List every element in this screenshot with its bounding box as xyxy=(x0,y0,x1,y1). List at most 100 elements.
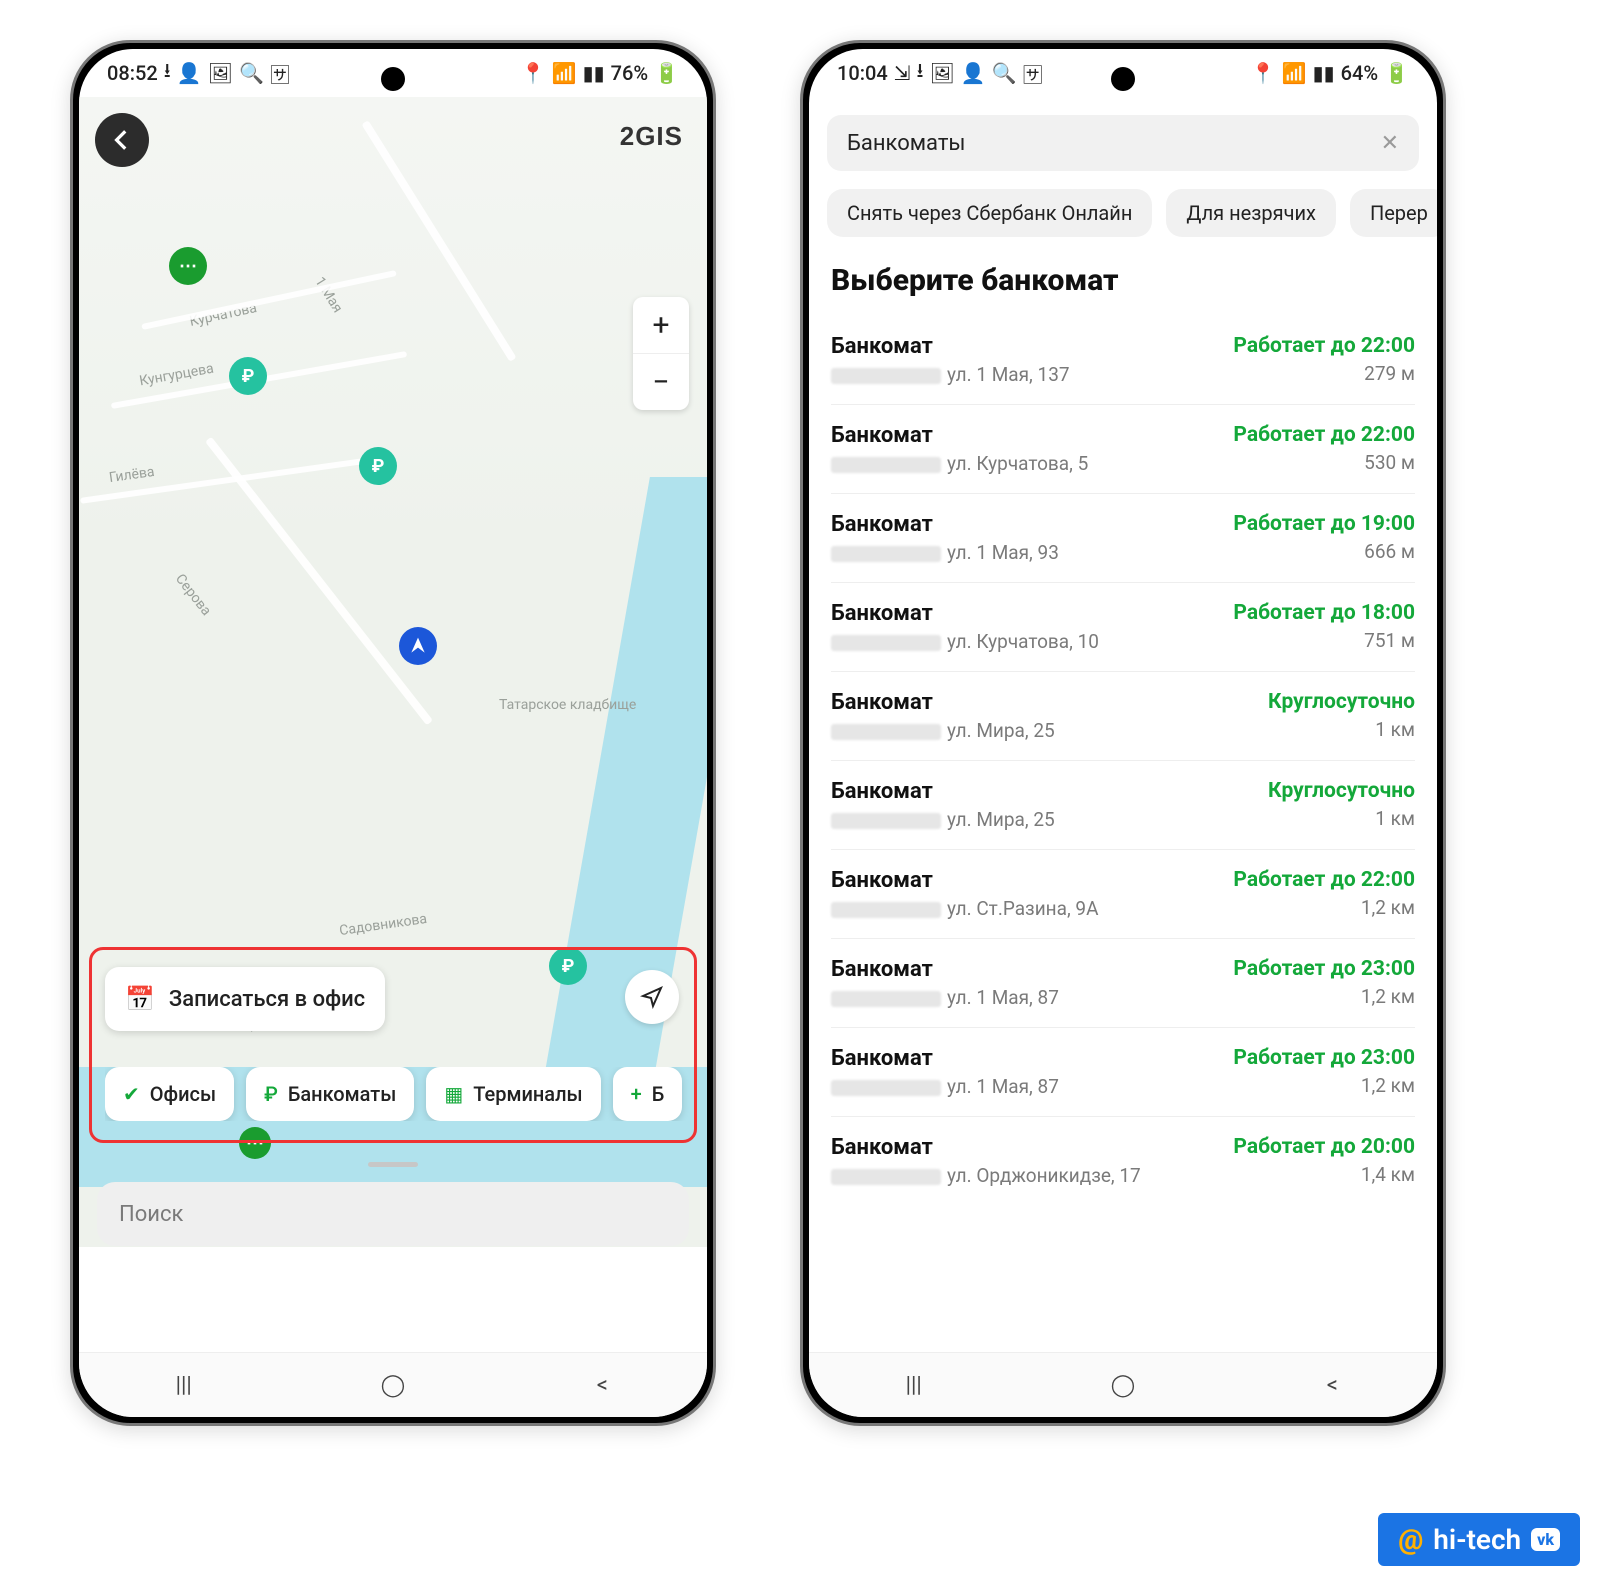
list-item[interactable]: Банкомат ул. Мира, 25 Круглосуточно 1 км xyxy=(831,760,1415,849)
chip-label: Б xyxy=(652,1082,665,1106)
chip-label: Офисы xyxy=(150,1082,216,1106)
list-item[interactable]: Банкомат ул. 1 Мая, 93 Работает до 19:00… xyxy=(831,493,1415,582)
nav-back-button[interactable]: < xyxy=(508,1373,696,1398)
chip-label: Терминалы xyxy=(473,1082,582,1106)
drag-handle[interactable] xyxy=(368,1162,418,1167)
list-item[interactable]: Банкомат ул. Курчатова, 10 Работает до 1… xyxy=(831,582,1415,671)
filter-chip[interactable]: Перер xyxy=(1350,189,1437,237)
item-status: Работает до 23:00 xyxy=(1233,1046,1415,1070)
item-status: Работает до 22:00 xyxy=(1233,334,1415,358)
filter-chip[interactable]: Снять через Сбербанк Онлайн xyxy=(827,189,1152,237)
category-chips: ✔ Офисы ₽ Банкоматы ▦ Терминалы + Б xyxy=(105,1067,707,1121)
zoom-in-button[interactable]: + xyxy=(633,297,689,354)
item-title: Банкомат xyxy=(831,423,1088,448)
search-field[interactable]: Банкоматы ✕ xyxy=(827,115,1419,171)
image-icon: 🖼 xyxy=(930,61,955,85)
item-distance: 1,4 км xyxy=(1233,1163,1415,1186)
brand-logo: 2GIS xyxy=(620,121,683,152)
street-label: Кунгурцева xyxy=(138,361,215,390)
map-pin-atm[interactable]: ₽ xyxy=(229,357,267,395)
chip-offices[interactable]: ✔ Офисы xyxy=(105,1067,234,1121)
map-pin-atm[interactable]: ₽ xyxy=(359,447,397,485)
cast-icon: ⇲ xyxy=(894,61,911,85)
person-icon: 👤 xyxy=(177,61,202,85)
item-status: Работает до 18:00 xyxy=(1233,601,1415,625)
item-title: Банкомат xyxy=(831,690,1055,715)
filter-label: Снять через Сбербанк Онлайн xyxy=(847,201,1132,225)
item-distance: 1,2 км xyxy=(1233,1074,1415,1097)
clear-search-button[interactable]: ✕ xyxy=(1381,131,1399,156)
item-status: Работает до 22:00 xyxy=(1233,423,1415,447)
chip-terminals[interactable]: ▦ Терминалы xyxy=(426,1067,600,1121)
download-icon: ⭳ xyxy=(164,56,171,90)
locate-me-button[interactable] xyxy=(625,970,679,1024)
back-button[interactable] xyxy=(95,113,149,167)
item-title: Банкомат xyxy=(831,1046,1059,1071)
street xyxy=(205,437,433,726)
battery-icon: 🔋 xyxy=(1384,61,1409,85)
map-pin-office[interactable]: ⋯ xyxy=(169,247,207,285)
list-item[interactable]: Банкомат ул. Ст.Разина, 9А Работает до 2… xyxy=(831,849,1415,938)
map-place-label: Татарское кладбище xyxy=(499,697,636,713)
location-pin[interactable] xyxy=(399,627,437,665)
book-office-label: Записаться в офис xyxy=(169,987,365,1012)
system-navbar: ||| ◯ < xyxy=(79,1352,707,1417)
item-distance: 279 м xyxy=(1233,362,1415,385)
nav-home-button[interactable]: ◯ xyxy=(1029,1373,1217,1398)
signal-icon: ▮▮ xyxy=(583,61,605,85)
list-item[interactable]: Банкомат ул. Курчатова, 5 Работает до 22… xyxy=(831,404,1415,493)
nav-home-button[interactable]: ◯ xyxy=(299,1373,487,1398)
item-address: ул. Орджоникидзе, 17 xyxy=(831,1164,1141,1187)
search-input[interactable]: Поиск xyxy=(97,1182,689,1246)
item-address: ул. 1 Мая, 87 xyxy=(831,1075,1059,1098)
chip-more[interactable]: + Б xyxy=(613,1067,683,1121)
filter-chips: Снять через Сбербанк Онлайн Для незрячих… xyxy=(809,171,1437,255)
nav-recent-button[interactable]: ||| xyxy=(819,1373,1007,1398)
item-distance: 1,2 км xyxy=(1233,985,1415,1008)
street xyxy=(361,120,516,362)
download-icon: ⭳ xyxy=(917,56,924,90)
item-distance: 1 км xyxy=(1268,807,1415,830)
nav-recent-button[interactable]: ||| xyxy=(89,1373,277,1398)
ruble-icon: ₽ xyxy=(264,1082,278,1106)
chip-atms[interactable]: ₽ Банкоматы xyxy=(246,1067,414,1121)
item-status: Работает до 23:00 xyxy=(1233,957,1415,981)
street-label: Садовникова xyxy=(338,911,428,939)
person-icon: 👤 xyxy=(961,61,986,85)
camera-cutout xyxy=(1111,67,1135,91)
status-time: 08:52 xyxy=(107,61,158,85)
nav-back-button[interactable]: < xyxy=(1238,1373,1426,1398)
filter-chip[interactable]: Для незрячих xyxy=(1166,189,1336,237)
zoom-out-button[interactable]: − xyxy=(633,354,689,410)
signal-icon: ▮▮ xyxy=(1313,61,1335,85)
image-icon: 🖼 xyxy=(208,61,233,85)
map-area[interactable]: 2GIS + − Курчатова 1 Мая Кунгурцева Гилё… xyxy=(79,97,707,1247)
list-item[interactable]: Банкомат ул. Орджоникидзе, 17 Работает д… xyxy=(831,1116,1415,1205)
zoom-controls: + − xyxy=(633,297,689,410)
item-address: ул. Мира, 25 xyxy=(831,719,1055,742)
item-address: ул. Мира, 25 xyxy=(831,808,1055,831)
wifi-icon: 📶 xyxy=(552,61,577,85)
item-title: Банкомат xyxy=(831,512,1059,537)
item-title: Банкомат xyxy=(831,868,1098,893)
item-address: ул. Ст.Разина, 9А xyxy=(831,897,1098,920)
list-item[interactable]: Банкомат ул. 1 Мая, 137 Работает до 22:0… xyxy=(831,316,1415,404)
item-status: Круглосуточно xyxy=(1268,779,1415,803)
list-item[interactable]: Банкомат ул. 1 Мая, 87 Работает до 23:00… xyxy=(831,938,1415,1027)
watermark-brand: hi-tech xyxy=(1433,1523,1521,1556)
grid-icon: ▦ xyxy=(444,1082,463,1106)
item-address: ул. 1 Мая, 87 xyxy=(831,986,1059,1009)
at-icon: @ xyxy=(1398,1523,1423,1556)
item-address: ул. Курчатова, 5 xyxy=(831,452,1088,475)
atm-list: Банкомат ул. 1 Мая, 137 Работает до 22:0… xyxy=(809,316,1437,1205)
item-title: Банкомат xyxy=(831,334,1070,359)
camera-cutout xyxy=(381,67,405,91)
item-status: Работает до 20:00 xyxy=(1233,1135,1415,1159)
item-title: Банкомат xyxy=(831,1135,1141,1160)
street-label: 1 Мая xyxy=(311,274,345,315)
book-office-button[interactable]: 📅 Записаться в офис xyxy=(105,967,385,1031)
list-item[interactable]: Банкомат ул. Мира, 25 Круглосуточно 1 км xyxy=(831,671,1415,760)
street-label: Серова xyxy=(172,571,214,619)
filter-label: Для незрячих xyxy=(1186,201,1316,225)
list-item[interactable]: Банкомат ул. 1 Мая, 87 Работает до 23:00… xyxy=(831,1027,1415,1116)
